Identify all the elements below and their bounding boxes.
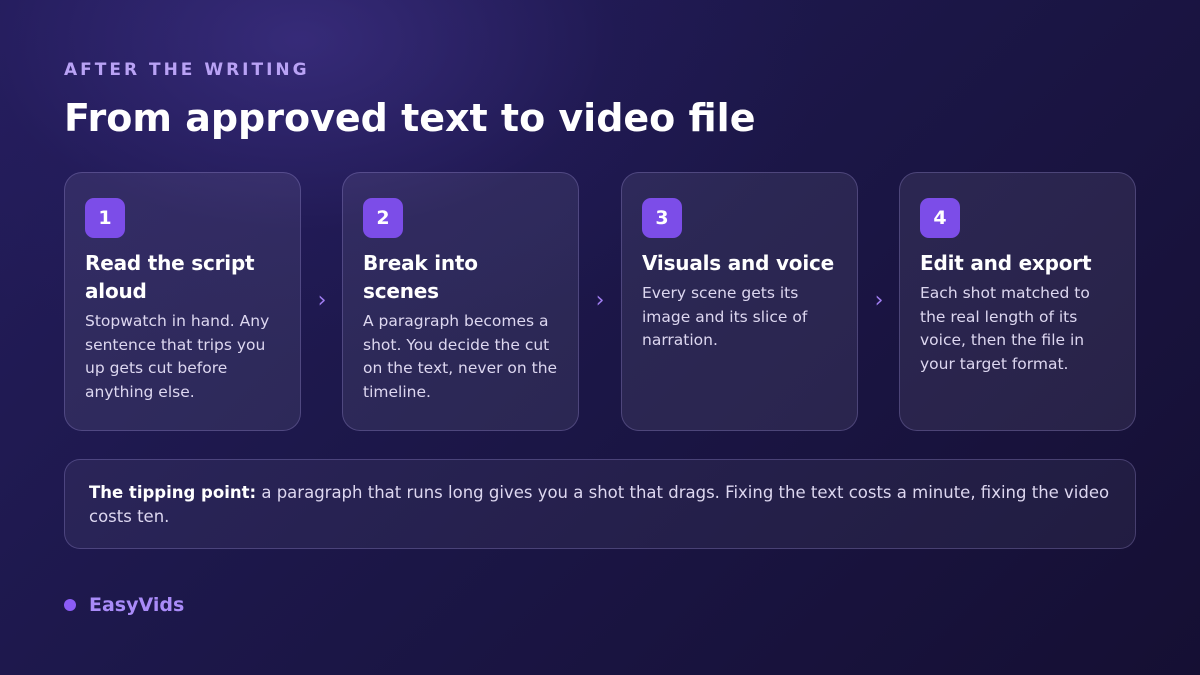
step-number-badge: 3 bbox=[642, 198, 682, 238]
step-description: Every scene gets its image and its slice… bbox=[642, 284, 808, 349]
callout-lead: The tipping point: bbox=[89, 483, 257, 502]
step-number-badge: 1 bbox=[85, 198, 125, 238]
step-description: Stopwatch in hand. Any sentence that tri… bbox=[85, 312, 270, 401]
step-description: Each shot matched to the real length of … bbox=[920, 284, 1090, 373]
step-title: Edit and export bbox=[920, 251, 1092, 275]
tipping-point-callout: The tipping point: a paragraph that runs… bbox=[64, 459, 1136, 549]
eyebrow-label: AFTER THE WRITING bbox=[64, 60, 310, 80]
chevron-right-icon: › bbox=[317, 288, 327, 313]
step-card-3: 3 Visuals and voice Every scene gets its… bbox=[621, 172, 858, 431]
steps-row: 1 Read the script aloud Stopwatch in han… bbox=[64, 172, 1136, 431]
page-title: From approved text to video file bbox=[64, 96, 756, 140]
brand-name: EasyVids bbox=[89, 594, 185, 616]
step-title: Break into scenes bbox=[363, 251, 478, 303]
step-card-4: 4 Edit and export Each shot matched to t… bbox=[899, 172, 1136, 431]
step-title: Read the script aloud bbox=[85, 251, 255, 303]
step-number-badge: 4 bbox=[920, 198, 960, 238]
step-card-1: 1 Read the script aloud Stopwatch in han… bbox=[64, 172, 301, 431]
brand-footer: EasyVids bbox=[64, 594, 184, 616]
chevron-right-icon: › bbox=[595, 288, 605, 313]
step-card-2: 2 Break into scenes A paragraph becomes … bbox=[342, 172, 579, 431]
dot-icon bbox=[64, 599, 76, 611]
step-number-badge: 2 bbox=[363, 198, 403, 238]
step-description: A paragraph becomes a shot. You decide t… bbox=[363, 312, 558, 401]
step-title: Visuals and voice bbox=[642, 251, 835, 275]
chevron-right-icon: › bbox=[874, 288, 884, 313]
